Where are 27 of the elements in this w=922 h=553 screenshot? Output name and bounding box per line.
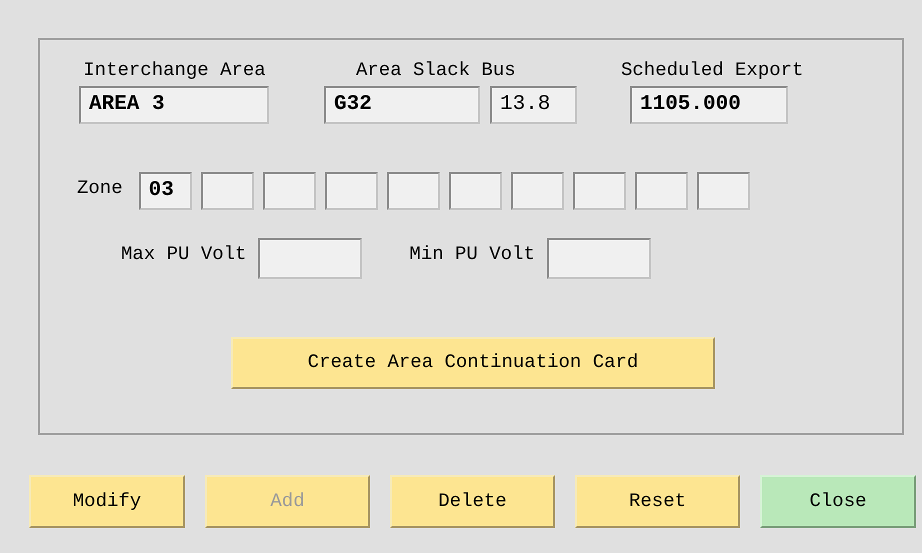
slack-bus-voltage-field[interactable]: 13.8 xyxy=(490,86,577,124)
field-label: Zone xyxy=(77,176,123,202)
interchange-area-field[interactable]: AREA 3 xyxy=(79,86,269,124)
zone-field[interactable] xyxy=(200,172,254,210)
max-pu-volt-field[interactable] xyxy=(258,238,362,278)
action-button[interactable]: Reset xyxy=(575,475,740,528)
field-label: Min PU Volt xyxy=(409,242,535,267)
zone-field[interactable] xyxy=(696,172,750,210)
zone-field[interactable] xyxy=(510,172,564,210)
min-pu-volt-field[interactable] xyxy=(546,238,651,278)
close-button[interactable]: Close xyxy=(760,475,916,528)
zone-field[interactable] xyxy=(634,172,688,210)
slack-bus-name-field[interactable]: G32 xyxy=(324,86,480,124)
zone-field[interactable] xyxy=(262,172,316,210)
action-button[interactable]: Modify xyxy=(29,475,185,528)
zone-field[interactable] xyxy=(324,172,378,210)
field-label: Scheduled Export xyxy=(621,58,804,83)
zone-field[interactable] xyxy=(448,172,502,210)
field-label: Max PU Volt xyxy=(121,242,246,267)
scheduled-export-field[interactable]: 1105.000 xyxy=(630,86,788,124)
field-label: Area Slack Bus xyxy=(356,58,517,83)
action-button[interactable]: Delete xyxy=(390,475,555,528)
zone-field[interactable] xyxy=(386,172,440,210)
create-card-button[interactable]: Create Area Continuation Card xyxy=(231,336,715,388)
zone-field[interactable]: 03 xyxy=(138,172,192,210)
zone-field[interactable] xyxy=(572,172,626,210)
field-label: Interchange Area xyxy=(83,58,266,83)
